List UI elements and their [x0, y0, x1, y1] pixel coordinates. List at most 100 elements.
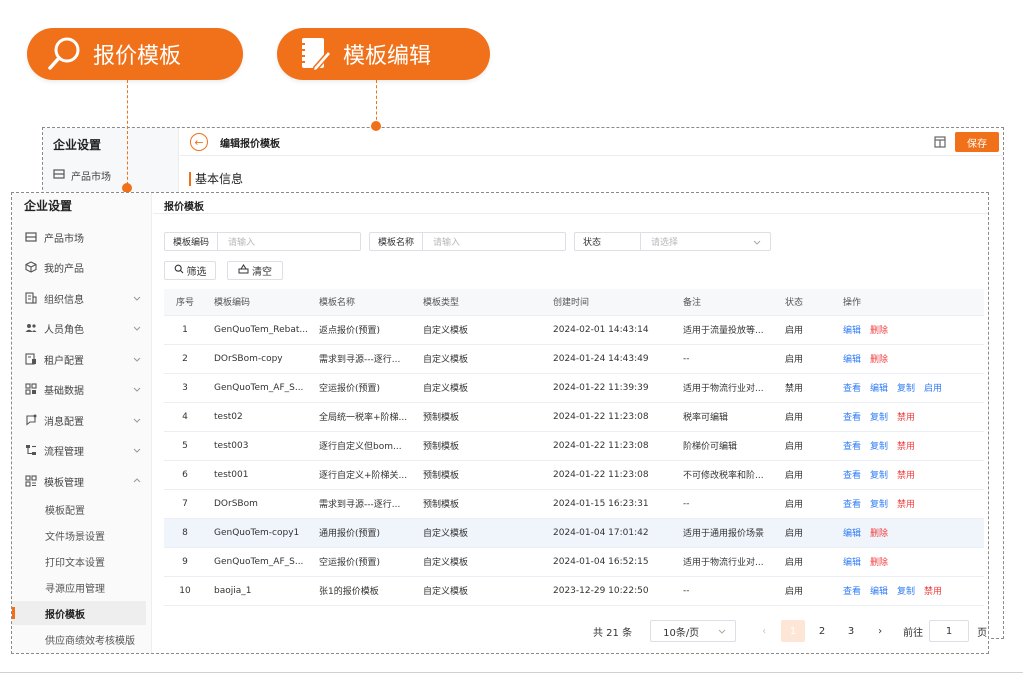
- status-filter[interactable]: 状态 请选择: [574, 232, 771, 251]
- row-action-link[interactable]: 复制: [897, 587, 915, 597]
- clear-button[interactable]: 清空: [227, 261, 283, 280]
- table-cell-code: GenQuoTem-copy1: [206, 518, 311, 548]
- callout-connector-line: [127, 80, 128, 190]
- filter-label: 状态: [575, 233, 641, 250]
- main-content: 报价模板 模板编码 请输入 模板名称 请输入 状态 请选择 筛选 清空 序号 模…: [153, 193, 988, 653]
- row-action-link[interactable]: 查看: [843, 413, 861, 423]
- table-cell-created: 2024-02-01 14:43:14: [545, 315, 675, 345]
- row-action-link[interactable]: 编辑: [870, 587, 888, 597]
- sidebar-subitem-print-text[interactable]: 打印文本设置: [12, 549, 146, 573]
- row-action-link[interactable]: 复制: [897, 384, 915, 394]
- table-cell-type: 预制模板: [415, 489, 545, 519]
- sidebar-item-template-management[interactable]: 模板管理: [24, 471, 148, 491]
- row-action-link[interactable]: 复制: [870, 413, 888, 423]
- row-action-link[interactable]: 查看: [843, 500, 861, 510]
- row-action-link[interactable]: 禁用: [924, 587, 942, 597]
- table-cell-remark: 不可修改税率和阶...: [675, 460, 777, 490]
- next-page-button[interactable]: ›: [868, 620, 892, 642]
- page-button-2[interactable]: 2: [810, 620, 834, 642]
- row-action-link[interactable]: 编辑: [870, 384, 888, 394]
- row-action-link[interactable]: 禁用: [897, 500, 915, 510]
- table-cell-type: 自定义模板: [415, 315, 545, 345]
- table-cell-code: DOrSBom: [206, 489, 311, 519]
- row-action-link[interactable]: 复制: [870, 500, 888, 510]
- save-button[interactable]: 保存: [955, 132, 999, 152]
- sidebar-subitem-file-scene[interactable]: 文件场景设置: [12, 523, 146, 547]
- status-select[interactable]: 请选择: [641, 235, 752, 248]
- row-action-link[interactable]: 删除: [870, 558, 888, 568]
- row-action-link[interactable]: 编辑: [843, 529, 861, 539]
- sidebar-subitem-label: 模板配置: [45, 505, 85, 517]
- row-action-link[interactable]: 禁用: [897, 442, 915, 452]
- table-cell-name: 空运报价(预置): [311, 547, 415, 577]
- row-action-link[interactable]: 复制: [870, 471, 888, 481]
- template-code-input[interactable]: 请输入: [218, 235, 360, 248]
- table-cell-type: 自定义模板: [415, 373, 545, 403]
- table-cell-remark: 阶梯价可编辑: [675, 431, 777, 461]
- sidebar-subitem-quote-template[interactable]: 报价模板: [12, 601, 146, 625]
- bg-page-title: 编辑报价模板: [220, 139, 280, 150]
- row-action-link[interactable]: 复制: [870, 442, 888, 452]
- bg-sidebar-item-label: 产品市场: [71, 172, 111, 183]
- table-cell-code: test001: [206, 460, 311, 490]
- row-action-link[interactable]: 查看: [843, 442, 861, 452]
- sidebar-item-product-market[interactable]: 产品市场: [24, 227, 148, 247]
- table-row: 3 GenQuoTem_AF_S... 空运报价(预置) 自定义模板 2024-01-2…: [164, 373, 984, 403]
- row-action-link[interactable]: 禁用: [897, 413, 915, 423]
- sidebar-item-basic-data[interactable]: 基础数据: [24, 379, 148, 399]
- page-button-3[interactable]: 3: [839, 620, 863, 642]
- row-action-link[interactable]: 查看: [843, 471, 861, 481]
- table-cell-name: 张1的报价模板: [311, 576, 415, 606]
- box-icon: [53, 168, 65, 183]
- sidebar-item-process-management[interactable]: 流程管理: [24, 440, 148, 460]
- row-action-link[interactable]: 删除: [870, 355, 888, 365]
- table-row: 6 test001 逐行自定义+阶梯关... 预制模板 2024-01-22 11:23…: [164, 460, 984, 490]
- page-size-select[interactable]: 10条/页: [650, 620, 737, 642]
- table-cell-no: 1: [164, 315, 206, 345]
- row-action-link[interactable]: 删除: [870, 529, 888, 539]
- table-cell-created: 2024-01-04 17:01:42: [545, 518, 675, 548]
- org-icon: [24, 291, 38, 305]
- callout-label: 模板编辑: [343, 44, 432, 69]
- row-action-link[interactable]: 禁用: [897, 471, 915, 481]
- tenant-icon: [24, 352, 38, 366]
- row-action-link[interactable]: 查看: [843, 384, 861, 394]
- section-basic-info: 基本信息: [189, 172, 243, 186]
- sidebar-item-my-products[interactable]: 我的产品: [24, 257, 148, 277]
- layout-icon[interactable]: [933, 135, 947, 149]
- data-icon: [24, 382, 38, 396]
- sidebar-subitem-supplier-performance[interactable]: 供应商绩效考核模版: [12, 627, 146, 651]
- filter-button-label: 筛选: [186, 267, 207, 278]
- row-action-link[interactable]: 删除: [870, 326, 888, 336]
- row-action-link[interactable]: 编辑: [843, 558, 861, 568]
- sidebar-item-message-config[interactable]: 消息配置: [24, 410, 148, 430]
- filter-button[interactable]: 筛选: [164, 261, 216, 280]
- chevron-down-icon: [717, 626, 727, 636]
- prev-page-button[interactable]: ‹: [752, 620, 776, 642]
- row-action-link[interactable]: 启用: [924, 384, 942, 394]
- template-code-filter[interactable]: 模板编码 请输入: [164, 232, 361, 251]
- sidebar-item-org-info[interactable]: 组织信息: [24, 288, 148, 308]
- table-cell-name: 全局统一税率+阶梯...: [311, 402, 415, 432]
- column-header: 模板类型: [415, 289, 545, 316]
- chevron-up-icon: [132, 476, 142, 486]
- sidebar-subitem-template-config[interactable]: 模板配置: [12, 497, 146, 521]
- clear-button-label: 清空: [252, 267, 272, 278]
- back-arrow-icon[interactable]: ←: [190, 133, 208, 151]
- sidebar-subitem-sourcing-app[interactable]: 寻源应用管理: [12, 575, 146, 599]
- bg-sidebar-item-product-market[interactable]: 产品市场: [53, 168, 111, 183]
- row-action-link[interactable]: 编辑: [843, 326, 861, 336]
- row-action-link[interactable]: 编辑: [843, 355, 861, 365]
- sidebar-item-label: 产品市场: [44, 233, 84, 245]
- table-cell-actions: 查看 复制 禁用: [835, 489, 984, 519]
- page-button-1[interactable]: 1: [781, 620, 806, 642]
- sidebar-item-people-roles[interactable]: 人员角色: [24, 318, 148, 338]
- table-cell-code: GenQuoTem_AF_S...: [206, 373, 311, 403]
- goto-page-input[interactable]: 1: [929, 620, 970, 642]
- template-name-filter[interactable]: 模板名称 请输入: [369, 232, 566, 251]
- row-action-link[interactable]: 查看: [843, 587, 861, 597]
- sidebar-item-tenant-config[interactable]: 租户配置: [24, 349, 148, 369]
- template-name-input[interactable]: 请输入: [423, 235, 565, 248]
- table-cell-no: 7: [164, 489, 206, 519]
- table-cell-remark: --: [675, 489, 777, 519]
